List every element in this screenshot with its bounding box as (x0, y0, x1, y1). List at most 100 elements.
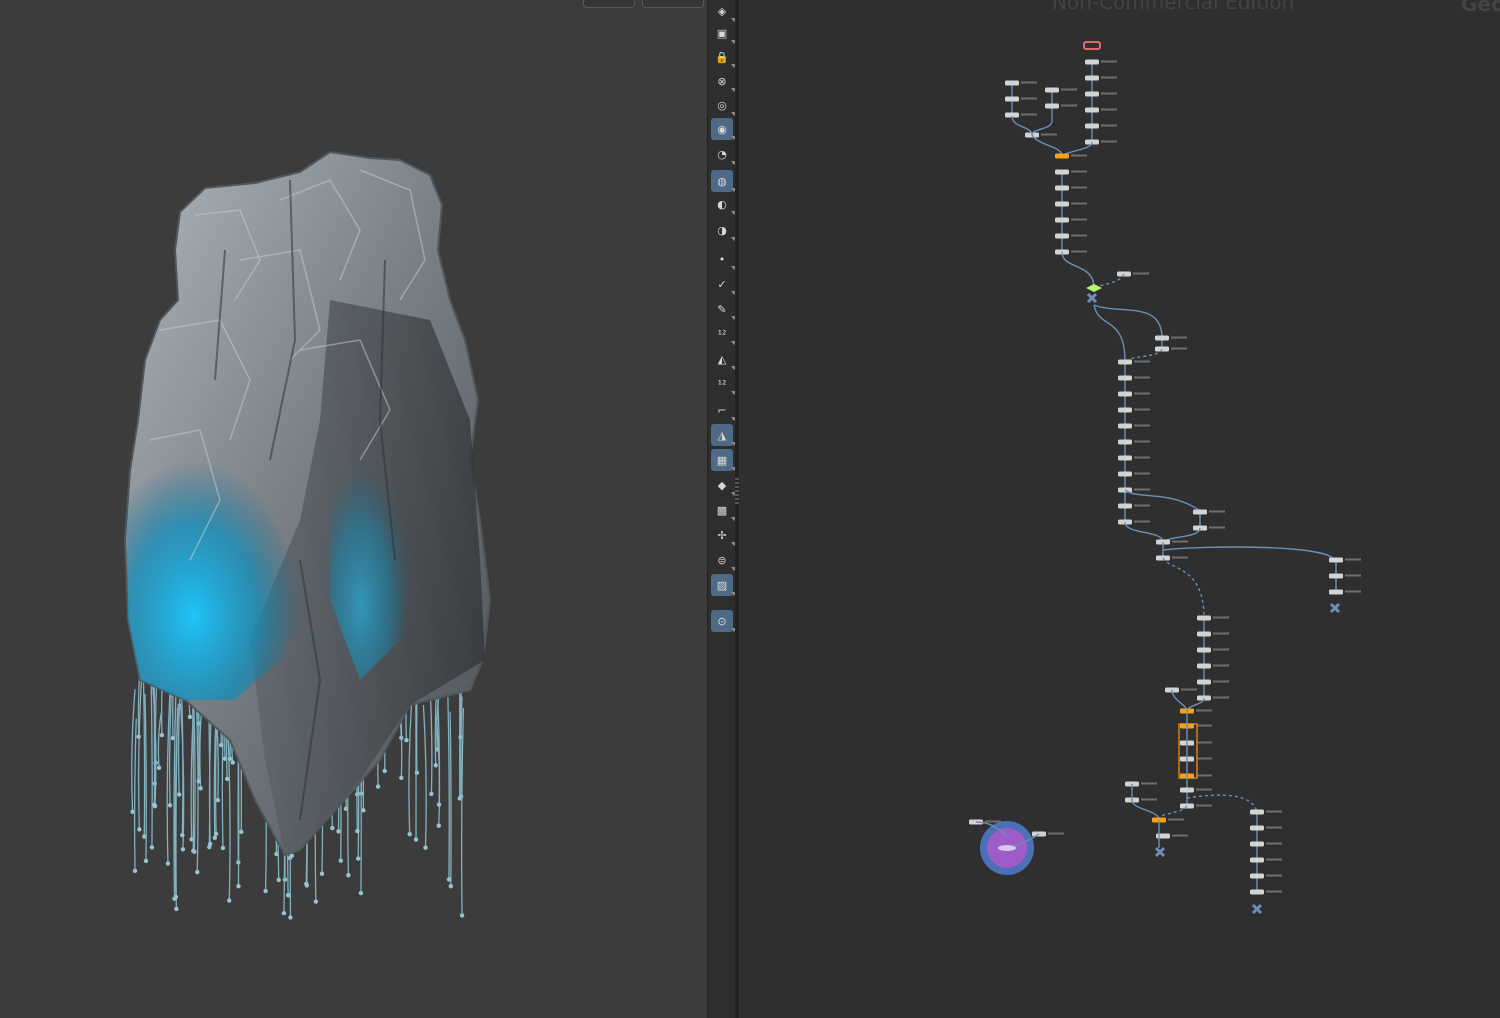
node-label[interactable] (1209, 526, 1225, 529)
node[interactable] (1193, 509, 1207, 515)
node-label[interactable] (1071, 202, 1087, 205)
ghost-icon[interactable]: ⊗ (711, 70, 737, 92)
node[interactable] (1085, 123, 1099, 129)
node-label[interactable] (1071, 234, 1087, 237)
node-null[interactable] (1154, 846, 1166, 858)
node-label[interactable] (1171, 347, 1187, 350)
node-label[interactable] (1141, 798, 1157, 801)
node-label[interactable] (1061, 88, 1077, 91)
node-label[interactable] (1134, 488, 1150, 491)
hull-display-icon[interactable]: ◮ (711, 424, 737, 446)
texture-checker-icon[interactable]: ▦ (711, 449, 737, 471)
node-label[interactable] (1196, 709, 1212, 712)
scene-viewport[interactable] (0, 0, 707, 1018)
network-editor[interactable]: Non-Commercial Edition Geo (739, 0, 1500, 1018)
node-label[interactable] (1101, 108, 1117, 111)
node[interactable] (1055, 217, 1069, 223)
node[interactable] (1250, 857, 1264, 863)
node[interactable] (1055, 233, 1069, 239)
node[interactable] (1118, 439, 1132, 445)
node-label[interactable] (1134, 376, 1150, 379)
node[interactable] (1118, 359, 1132, 365)
node[interactable] (1055, 185, 1069, 191)
node-label[interactable] (1266, 826, 1282, 829)
node-label[interactable] (1172, 834, 1188, 837)
node-label[interactable] (1061, 104, 1077, 107)
node-wire[interactable] (1124, 489, 1200, 511)
node-label[interactable] (1134, 456, 1150, 459)
node-label[interactable] (1266, 842, 1282, 845)
node-label[interactable] (1196, 788, 1212, 791)
lighting-normal-icon[interactable]: ◔ (711, 143, 737, 165)
node-label[interactable] (1171, 336, 1187, 339)
node-null[interactable] (1251, 903, 1263, 915)
node[interactable] (1250, 841, 1264, 847)
node[interactable] (1250, 889, 1264, 895)
node-label[interactable] (1168, 818, 1184, 821)
node[interactable] (1085, 91, 1099, 97)
node-label[interactable] (1134, 472, 1150, 475)
node-label[interactable] (1266, 858, 1282, 861)
node-label[interactable] (1048, 832, 1064, 835)
node-label[interactable] (1021, 97, 1037, 100)
node-label[interactable] (1071, 186, 1087, 189)
node-label[interactable] (1196, 774, 1212, 777)
node-label[interactable] (1071, 154, 1087, 157)
shading-mode-icon[interactable]: ◍ (711, 170, 737, 192)
backface-icon[interactable]: ◆ (711, 474, 737, 496)
node[interactable] (1155, 335, 1169, 341)
node-label[interactable] (1213, 664, 1229, 667)
node[interactable] (1055, 153, 1069, 159)
node-wire[interactable] (1031, 134, 1063, 157)
node[interactable] (1329, 573, 1343, 579)
node[interactable] (1118, 423, 1132, 429)
node[interactable] (1085, 107, 1099, 113)
node-null[interactable] (1329, 602, 1341, 614)
background-image-icon[interactable]: ▨ (711, 574, 737, 596)
node[interactable] (1329, 589, 1343, 595)
node-label[interactable] (1345, 574, 1361, 577)
node-label[interactable] (1266, 874, 1282, 877)
node-label[interactable] (1141, 782, 1157, 785)
node-label[interactable] (1266, 890, 1282, 893)
node[interactable] (1085, 75, 1099, 81)
node-label[interactable] (1345, 558, 1361, 561)
node-wire[interactable] (1093, 304, 1126, 363)
node-label[interactable] (1209, 510, 1225, 513)
node-label[interactable] (1345, 590, 1361, 593)
node-wire[interactable] (1061, 251, 1095, 289)
node-label[interactable] (1213, 648, 1229, 651)
node-wire[interactable] (1124, 521, 1164, 543)
node-wire[interactable] (1011, 115, 1033, 136)
node-label[interactable] (1101, 92, 1117, 95)
node-label[interactable] (1134, 520, 1150, 523)
point-normals-icon[interactable]: ✓ (711, 273, 737, 295)
node-label[interactable] (1101, 76, 1117, 79)
node-wire[interactable] (1093, 304, 1163, 339)
node-label[interactable] (1213, 696, 1229, 699)
node-label[interactable] (1213, 632, 1229, 635)
node[interactable] (1118, 471, 1132, 477)
node-label[interactable] (1196, 741, 1212, 744)
node[interactable] (1197, 663, 1211, 669)
node-label[interactable] (1196, 757, 1212, 760)
node-label[interactable] (1172, 540, 1188, 543)
node[interactable] (1118, 375, 1132, 381)
node[interactable] (1118, 407, 1132, 413)
node-label[interactable] (1172, 556, 1188, 559)
node[interactable] (1085, 59, 1099, 65)
node-label[interactable] (1181, 688, 1197, 691)
node[interactable] (1250, 809, 1264, 815)
camera-visibility-icon[interactable]: ◑ (711, 219, 737, 241)
uv-display-icon[interactable]: ▩ (711, 499, 737, 521)
node-label[interactable] (1101, 140, 1117, 143)
point-numbers-icon[interactable]: ¹² (711, 323, 737, 345)
node[interactable] (1005, 80, 1019, 86)
primitive-normals-icon[interactable]: ◭ (711, 348, 737, 370)
node[interactable] (1045, 87, 1059, 93)
node-label[interactable] (1134, 424, 1150, 427)
node-label[interactable] (1134, 360, 1150, 363)
pin-viewport-icon[interactable]: ⊙ (711, 610, 737, 632)
node[interactable] (1118, 391, 1132, 397)
profile-curves-icon[interactable]: ⌐ (711, 399, 737, 421)
